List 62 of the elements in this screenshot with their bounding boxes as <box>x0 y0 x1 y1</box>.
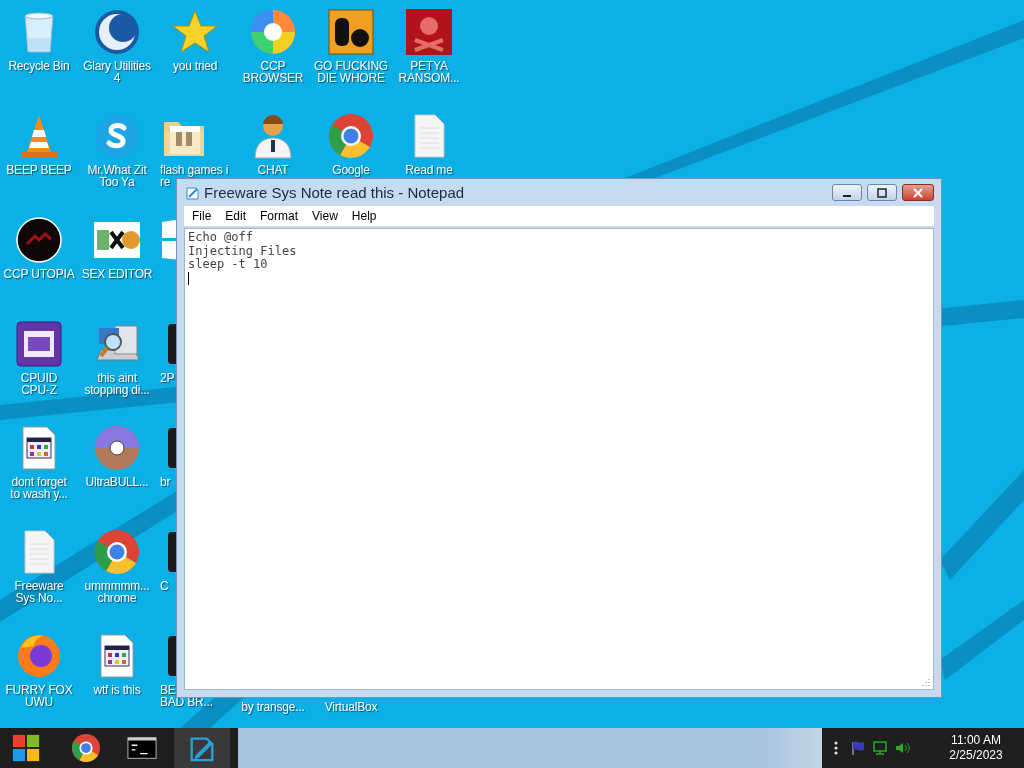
icon-label[interactable]: FURRY FOX UWU <box>5 684 73 708</box>
icon-label[interactable]: CCP BROWSER <box>242 60 304 84</box>
swirl-icon <box>249 8 297 56</box>
icon-label[interactable]: C <box>160 580 169 592</box>
flag-icon <box>850 740 866 756</box>
icon-label[interactable]: 2P <box>160 372 175 384</box>
tile-icon <box>327 8 375 56</box>
maximize-button[interactable] <box>867 184 897 201</box>
browser-icon <box>327 112 375 160</box>
browser-icon <box>93 528 141 576</box>
skull-icon <box>405 8 453 56</box>
icon-label[interactable]: Read me <box>405 164 453 176</box>
menu-item[interactable]: Edit <box>219 207 253 225</box>
menu-item[interactable]: File <box>186 207 218 225</box>
dark-circle-icon <box>15 216 63 264</box>
resize-grip-icon <box>921 677 931 687</box>
icon-label[interactable]: Recycle Bin <box>8 60 70 72</box>
icon-label[interactable]: Glary Utilities 4 <box>83 60 151 84</box>
icon-label[interactable]: UltraBULL... <box>85 476 149 488</box>
network-icon <box>872 740 888 756</box>
icon-label[interactable]: CPUID CPU-Z <box>20 372 58 396</box>
disc-icon <box>93 424 141 472</box>
text-cursor <box>188 271 189 285</box>
icon-label[interactable]: br <box>160 476 171 488</box>
icon-label[interactable]: SEX EDITOR <box>81 268 153 280</box>
icon-label[interactable]: this aint stopping di... <box>84 372 150 396</box>
icon-label[interactable]: wtf is this <box>93 684 141 696</box>
menu-item[interactable]: View <box>306 207 344 225</box>
close-button[interactable] <box>902 184 934 201</box>
minimize-icon <box>843 195 851 197</box>
icon-label[interactable]: BEEP BEEP <box>6 164 72 176</box>
icon-label[interactable]: Google <box>332 164 370 176</box>
menu-item[interactable]: Format <box>254 207 305 225</box>
icon-label[interactable]: GO FUCKING DIE WHORE <box>314 60 388 84</box>
icon-label[interactable]: Mr.What Zit Too Ya <box>87 164 147 188</box>
notepad-icon <box>184 184 200 201</box>
text-area[interactable]: Echo @off Injecting Files sleep -t 10 <box>184 228 934 690</box>
windows-logo-icon <box>11 733 41 763</box>
crescent-icon <box>93 8 141 56</box>
browser-icon <box>71 733 101 763</box>
icon-label[interactable]: dont forget to wash y... <box>10 476 68 500</box>
icon-label[interactable]: by transge... <box>241 701 305 713</box>
globe-icon <box>15 632 63 680</box>
notepad-button[interactable] <box>174 728 230 768</box>
clock-date: 2/25/2023 <box>949 748 1003 763</box>
minimize-button[interactable] <box>832 184 862 201</box>
icon-label[interactable]: Freeware Sys No... <box>14 580 64 604</box>
icon-label[interactable]: CHAT <box>257 164 289 176</box>
clock-time: 11:00 AM <box>951 733 1001 748</box>
close-icon <box>912 186 924 199</box>
star-icon <box>171 8 219 56</box>
icon-label[interactable]: PETYA RANSOM... <box>398 60 460 84</box>
chip-icon <box>15 320 63 368</box>
speaker-icon <box>894 740 910 756</box>
restore-icon <box>876 186 888 199</box>
icon-label[interactable]: you tried <box>172 60 218 72</box>
menu-item[interactable]: Help <box>345 207 383 225</box>
icon-label[interactable]: CCP UTOPIA <box>3 268 75 280</box>
icon-label[interactable]: ummmmm... chrome <box>84 580 150 604</box>
icon-label[interactable]: VirtualBox <box>324 701 378 713</box>
document-text: Echo @off Injecting Files sleep -t 10 <box>188 231 298 272</box>
chat-bubble-icon <box>93 112 141 160</box>
